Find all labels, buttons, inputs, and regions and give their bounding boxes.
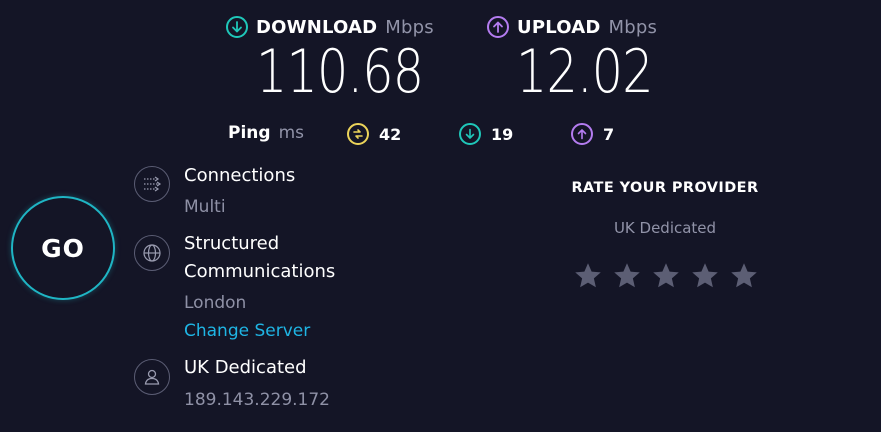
star-2-icon[interactable] xyxy=(612,261,642,291)
idle-ping-icon xyxy=(347,123,369,145)
change-server-link[interactable]: Change Server xyxy=(184,317,310,345)
star-5-icon[interactable] xyxy=(729,261,759,291)
upload-header: UPLOAD Mbps xyxy=(487,16,657,38)
ping-download: 19 xyxy=(459,123,513,145)
provider-name: UK Dedicated xyxy=(184,357,307,378)
upload-arrow-icon xyxy=(487,16,509,38)
server-location: London xyxy=(184,293,247,313)
download-value: 110.68 xyxy=(256,37,424,107)
download-label: DOWNLOAD xyxy=(256,16,378,38)
ping-label: Ping xyxy=(228,123,271,143)
ping-upload: 7 xyxy=(571,123,614,145)
server-name-line1: Structured xyxy=(184,233,280,254)
ping-idle: 42 xyxy=(347,123,401,145)
download-ping-icon xyxy=(459,123,481,145)
ping-idle-value: 42 xyxy=(379,124,402,144)
ping-download-value: 19 xyxy=(491,124,514,144)
rate-provider-title: RATE YOUR PROVIDER xyxy=(571,180,759,196)
upload-unit: Mbps xyxy=(608,16,658,38)
connections-icon xyxy=(134,166,170,202)
star-3-icon[interactable] xyxy=(651,261,681,291)
star-4-icon[interactable] xyxy=(690,261,720,291)
upload-label: UPLOAD xyxy=(517,16,601,38)
ping-upload-value: 7 xyxy=(603,124,615,144)
user-icon xyxy=(134,359,170,395)
upload-ping-icon xyxy=(571,123,593,145)
download-unit: Mbps xyxy=(385,16,434,38)
server-name-line2: Communications xyxy=(184,261,336,282)
connections-value[interactable]: Multi xyxy=(184,193,226,221)
globe-icon xyxy=(134,235,170,271)
download-header: DOWNLOAD Mbps xyxy=(226,16,434,38)
star-1-icon[interactable] xyxy=(573,261,603,291)
download-arrow-icon xyxy=(226,16,248,38)
provider-ip: 189.143.229.172 xyxy=(184,390,331,410)
ping-unit: ms xyxy=(278,123,304,143)
rating-stars xyxy=(573,261,759,291)
connections-title: Connections xyxy=(184,165,296,186)
go-button[interactable]: GO xyxy=(11,196,115,300)
ping-label-group: Ping ms xyxy=(228,123,304,143)
rate-provider-name: UK Dedicated xyxy=(613,219,717,237)
upload-value: 12.02 xyxy=(516,37,654,107)
